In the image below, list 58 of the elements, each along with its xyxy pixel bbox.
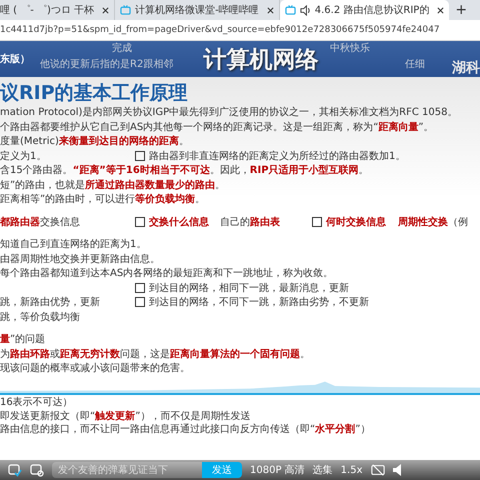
slide-text: 短”的路由，也就是所通过路由器数量最少的路由。 [0,178,226,192]
slide-text: 路由信息的接口，而不让同一路由信息再通过此接口向反方向传送（即“水平分割”） [0,422,370,436]
header-text: 东版） [0,52,30,66]
tv-icon [284,5,296,15]
slide-text: 知道自己到直连网络的距离为1。 [0,238,146,252]
speed-button[interactable]: 1.5x [340,464,362,476]
quality-button[interactable]: 1080P 高清 [250,463,305,477]
slide-text: 跳，新路由优势，更新 [0,296,100,310]
episodes-button[interactable]: 选集 [312,463,333,477]
close-icon[interactable] [266,6,274,14]
close-icon[interactable] [437,6,444,14]
browser-tab[interactable]: 计算机网络微课堂-哔哩哔哩 [115,0,280,20]
slide-text: 跳，等价负载均衡 [0,310,80,324]
browser-tab[interactable]: 哩 ( ゜- ゜)つロ 干杯 [0,0,116,20]
close-icon[interactable] [102,6,110,14]
slide-text: 量”的问题 [0,333,46,346]
slide-text: 现该问题的概率或减小该问题带来的危害。 [0,362,190,376]
checkbox-icon [135,297,145,308]
volume-icon[interactable] [392,463,400,477]
slide-text: 交换什么信息 [149,215,209,229]
slide-text: 即发送更新报文（即“触发更新”），而不仅是周期性发送 [0,409,250,423]
danmaku-input-field[interactable]: 发个友善的弹幕见证当下 [52,462,202,478]
tv-icon [120,5,132,15]
danmaku-toggle-icon[interactable] [8,463,22,477]
slide-text: 何时交换信息 [326,215,386,229]
checkbox-icon [135,282,145,293]
slide-text: 到达目的网络，相同下一跳，最新消息，更新 [149,282,349,295]
speaker-icon[interactable] [300,4,311,16]
slide-text: 距离相等”的路由时，可以进行等价负载均衡。 [0,192,206,206]
checkbox-icon [312,216,322,227]
slide-text: mation Protocol)是内部网关协议IGP中最先得到广泛使用的协议之一，其相关标准文档为RFC 1058。 [0,106,458,120]
danmaku-comment: 中秋快乐 [330,43,370,55]
slide-text: 由器周期性地交换并更新路由信息。 [0,252,160,266]
new-tab-button[interactable]: + [449,0,474,20]
danmaku-comment: 他说的更新后指的是R2跟相邻 [40,59,174,71]
checkbox-icon [135,150,145,161]
browser-tab[interactable]: 4.6.2 路由信息协议RIP的 [280,0,450,20]
slide-text: 为路由环路或距离无穷计数问题，这是距离向量算法的一个固有问题。 [0,347,310,361]
slide-banner-title: 计算机网络 [204,46,318,74]
slide-text: 16表示不可达） [0,396,73,410]
checkbox-icon [135,216,145,227]
slide-text: 自己的路由表 [220,216,280,229]
slide-text: 路由器到非直连网络的距离定义为所经过的路由器数加1。 [149,150,406,163]
slide-text: 定义为1。 [0,150,46,163]
slide-title: 议RIP的基本工作原理 [0,81,189,105]
header-text: 湖科 [452,59,480,77]
danmaku-settings-icon[interactable] [30,463,44,477]
address-bar[interactable]: 1c4411d7jb?p=51&spm_id_from=pageDriver&vd_source=ebfe9012e728306675f505974fe24047 [0,25,440,35]
slide-text: 都路由器交换信息 [0,216,80,229]
subtitle-off-icon[interactable] [370,463,384,477]
slide-text: 个路由器都要维护从它自己到AS内其他每一个网络的距离记录。这是一组距离，称为“距离向量”。 [0,120,434,134]
slide-text: 含15个路由器。“距离”等于16时相当于不可达。因此，RIP只适用于小型互联网。 [0,163,369,178]
slide-text: 每个路由器都知道到达本AS内各网络的最短距离和下一跳地址，称为收敛。 [0,266,334,280]
danmaku-comment: 任细 [405,59,425,71]
slide-text: 到达目的网络，不同下一跳，新路由劣势，不更新 [149,296,369,310]
slide-text: 周期性交换（例 [398,215,468,229]
slide-text: 度量(Metric)来衡量到达目的网络的距离。 [0,134,189,148]
danmaku-comment: 完成 [112,43,132,55]
